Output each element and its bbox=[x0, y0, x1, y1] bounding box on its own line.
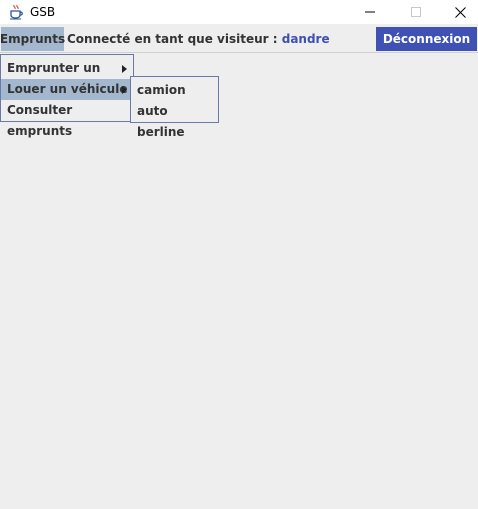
java-cup-icon bbox=[8, 4, 24, 20]
menu-item-label: Consulter emprunts bbox=[7, 103, 73, 138]
minimize-button[interactable] bbox=[347, 0, 393, 24]
menu-item-label: Louer un véhicule bbox=[7, 82, 128, 96]
username: dandre bbox=[281, 32, 330, 46]
maximize-icon bbox=[411, 7, 421, 17]
connection-status: Connecté en tant que visiteur : dandre bbox=[67, 26, 330, 52]
submenu-item-auto-berline[interactable]: auto berline bbox=[131, 101, 218, 139]
close-button[interactable] bbox=[437, 0, 478, 24]
menu-item-emprunter-objet[interactable]: Emprunter un objet bbox=[1, 58, 133, 96]
chevron-right-icon bbox=[122, 65, 127, 73]
submenu-item-camion[interactable]: camion bbox=[131, 80, 218, 101]
minimize-icon bbox=[365, 11, 375, 13]
chevron-right-icon bbox=[122, 86, 127, 94]
menu-item-louer-vehicule[interactable]: Louer un véhicule bbox=[1, 79, 133, 100]
vehicule-submenu: camion auto berline bbox=[130, 76, 219, 139]
title-bar: GSB bbox=[0, 0, 478, 24]
menu-item-consulter-emprunts[interactable]: Consulter emprunts bbox=[1, 100, 133, 138]
logout-button[interactable]: Déconnexion bbox=[376, 27, 477, 51]
maximize-button[interactable] bbox=[393, 0, 439, 24]
emprunts-dropdown: Emprunter un objet Louer un véhicule Con… bbox=[0, 54, 134, 138]
status-prefix: Connecté en tant que visiteur : bbox=[67, 32, 278, 46]
menu-emprunts[interactable]: Emprunts bbox=[0, 27, 65, 51]
close-icon bbox=[454, 6, 466, 18]
menu-bar: Emprunts Connecté en tant que visiteur :… bbox=[0, 26, 478, 53]
window-title: GSB bbox=[30, 5, 56, 19]
